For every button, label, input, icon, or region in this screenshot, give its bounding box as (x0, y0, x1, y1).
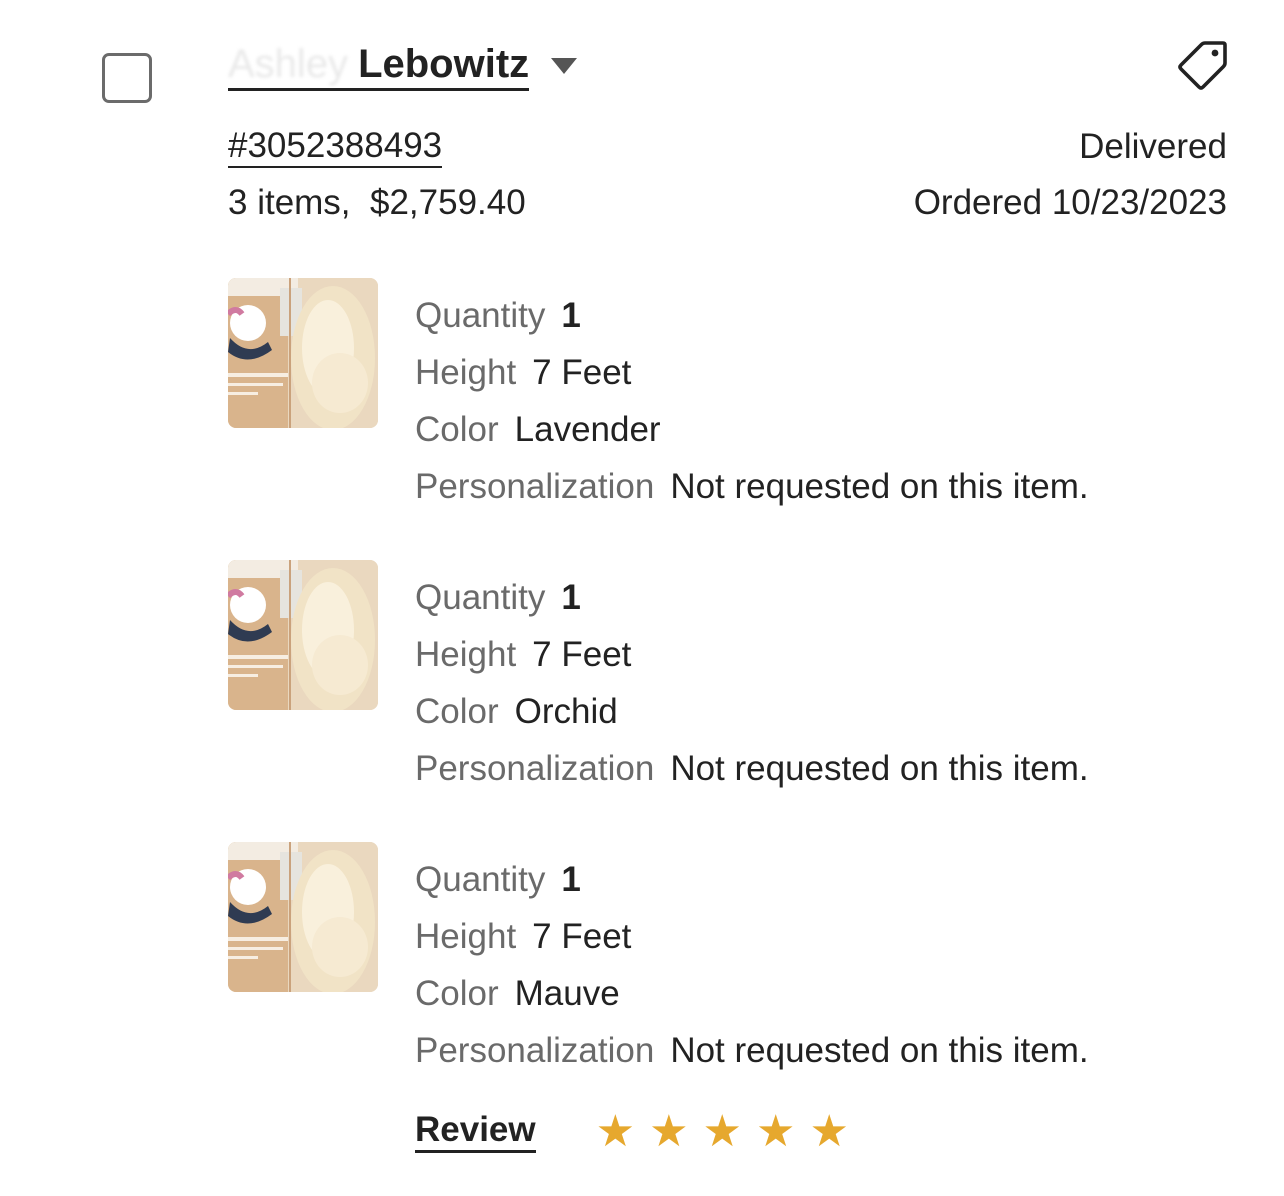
buyer-first-name: Ashley (228, 42, 349, 86)
item-personalization-row: Personalization Not requested on this ite… (415, 1031, 1089, 1088)
color-label: Color (415, 974, 499, 1013)
personalization-value: Not requested on this item. (670, 467, 1089, 506)
quantity-label: Quantity (415, 578, 546, 617)
order-number-link[interactable]: #3052388493 (228, 126, 443, 168)
item-height-row: Height 7 Feet (415, 917, 1089, 974)
star-rating: ★ ★ ★ ★ ★ (596, 1110, 849, 1154)
item-height-row: Height 7 Feet (415, 353, 1089, 410)
height-value: 7 Feet (532, 917, 632, 956)
quantity-label: Quantity (415, 860, 546, 899)
color-value: Lavender (514, 410, 661, 449)
item-quantity-row: Quantity 1 (415, 296, 1089, 353)
item-details: Quantity 1 Height 7 Feet Color Orchid Perso… (415, 578, 1089, 806)
personalization-value: Not requested on this item. (670, 749, 1089, 788)
order-card: Ashley Lebowitz #3052388493 3 items, $2,… (0, 0, 1284, 1196)
color-label: Color (415, 692, 499, 731)
personalization-label: Personalization (415, 1031, 655, 1070)
height-value: 7 Feet (532, 635, 632, 674)
buyer-name-link[interactable]: Ashley Lebowitz (228, 41, 530, 91)
item-details: Quantity 1 Height 7 Feet Color Lavender Per… (415, 296, 1089, 524)
personalization-label: Personalization (415, 467, 655, 506)
item-quantity-row: Quantity 1 (415, 578, 1089, 635)
color-label: Color (415, 410, 499, 449)
order-item: Quantity 1 Height 7 Feet Color Mauve Person… (228, 842, 1228, 1092)
color-value: Orchid (514, 692, 618, 731)
item-personalization-row: Personalization Not requested on this ite… (415, 467, 1089, 524)
order-status: Delivered (1079, 127, 1227, 166)
order-item: Quantity 1 Height 7 Feet Color Lavender Per… (228, 278, 1228, 528)
item-color-row: Color Mauve (415, 974, 1089, 1031)
order-item: Quantity 1 Height 7 Feet Color Orchid Perso… (228, 560, 1228, 810)
height-label: Height (415, 917, 517, 956)
star-icon[interactable]: ★ (809, 1110, 848, 1154)
buyer-row: Ashley Lebowitz (228, 40, 578, 92)
buyer-last-name: Lebowitz (358, 42, 530, 86)
star-icon[interactable]: ★ (703, 1110, 742, 1154)
item-thumbnail[interactable] (228, 278, 378, 428)
item-details: Quantity 1 Height 7 Feet Color Mauve Person… (415, 860, 1089, 1088)
item-color-row: Color Lavender (415, 410, 1089, 467)
height-label: Height (415, 353, 517, 392)
star-icon[interactable]: ★ (756, 1110, 795, 1154)
order-select-checkbox[interactable] (102, 53, 152, 103)
tag-icon[interactable] (1176, 38, 1230, 92)
star-icon[interactable]: ★ (649, 1110, 688, 1154)
quantity-label: Quantity (415, 296, 546, 335)
item-height-row: Height 7 Feet (415, 635, 1089, 692)
item-thumbnail[interactable] (228, 842, 378, 992)
personalization-value: Not requested on this item. (670, 1031, 1089, 1070)
review-row: Review ★ ★ ★ ★ ★ (415, 1107, 849, 1157)
item-color-row: Color Orchid (415, 692, 1089, 749)
height-label: Height (415, 635, 517, 674)
order-summary: 3 items, $2,759.40 (228, 183, 526, 222)
personalization-label: Personalization (415, 749, 655, 788)
height-value: 7 Feet (532, 353, 632, 392)
color-value: Mauve (514, 974, 620, 1013)
order-date: Ordered 10/23/2023 (913, 183, 1227, 222)
chevron-down-icon[interactable] (551, 58, 578, 74)
item-quantity-row: Quantity 1 (415, 860, 1089, 917)
quantity-value: 1 (561, 578, 581, 617)
item-thumbnail[interactable] (228, 560, 378, 710)
quantity-value: 1 (561, 860, 581, 899)
item-personalization-row: Personalization Not requested on this ite… (415, 749, 1089, 806)
quantity-value: 1 (561, 296, 581, 335)
review-link[interactable]: Review (415, 1111, 536, 1153)
star-icon[interactable]: ★ (596, 1110, 635, 1154)
